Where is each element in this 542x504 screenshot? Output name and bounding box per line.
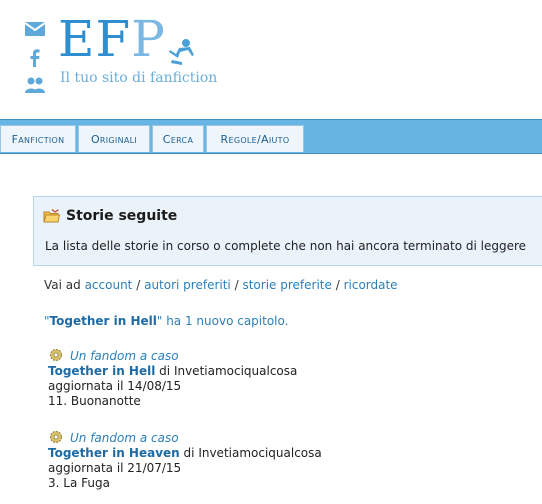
site-header: EFP Il tuo sito di fanfiction xyxy=(0,0,542,118)
gear-icon xyxy=(48,347,64,367)
story-author[interactable]: Invetiamociqualcosa xyxy=(198,446,321,460)
story-title[interactable]: Together in Heaven xyxy=(48,446,180,460)
link-account[interactable]: account xyxy=(85,278,133,292)
reader-figure-icon xyxy=(166,38,196,70)
link-separator: / xyxy=(234,278,239,292)
notice-text: " ha 1 nuovo capitolo. xyxy=(156,314,289,328)
story-fandom[interactable]: Un fandom a caso xyxy=(70,349,179,363)
quick-links: Vai ad account / autori preferiti / stor… xyxy=(44,278,398,292)
list-item: Un fandom a caso Together in Hell di Inv… xyxy=(48,349,297,409)
link-autori-preferiti[interactable]: autori preferiti xyxy=(144,278,231,292)
facebook-icon[interactable] xyxy=(24,48,46,70)
update-notice: "Together in Hell" ha 1 nuovo capitolo. xyxy=(44,314,288,328)
panel-description: La lista delle storie in corso o complet… xyxy=(45,239,527,253)
link-storie-preferite[interactable]: storie preferite xyxy=(242,278,331,292)
link-separator: / xyxy=(136,278,141,292)
followed-stories-panel: Storie seguite La lista delle storie in … xyxy=(33,196,542,266)
panel-title: Storie seguite xyxy=(66,208,178,224)
tab-cerca[interactable]: Cerca xyxy=(152,125,204,152)
site-logo[interactable]: EFP xyxy=(58,14,166,64)
mail-icon[interactable] xyxy=(24,20,46,42)
main-navbar: Fanfiction Originali Cerca Regole/Aiuto xyxy=(0,119,542,154)
story-chapter[interactable]: 11. Buonanotte xyxy=(48,394,297,409)
story-title[interactable]: Together in Hell xyxy=(48,364,155,378)
tab-regole-aiuto[interactable]: Regole/Aiuto xyxy=(206,125,304,152)
tab-fanfiction[interactable]: Fanfiction xyxy=(0,125,76,152)
story-updated: aggiornata il 21/07/15 xyxy=(48,461,182,475)
gear-icon xyxy=(48,429,64,449)
folder-icon xyxy=(43,209,61,228)
story-by: di xyxy=(159,364,171,378)
story-by: di xyxy=(183,446,195,460)
community-icon[interactable] xyxy=(24,76,46,98)
story-fandom[interactable]: Un fandom a caso xyxy=(70,431,179,445)
tab-originali[interactable]: Originali xyxy=(78,125,150,152)
logo-tail-text: P xyxy=(131,10,166,68)
logo-main-text: EF xyxy=(58,10,132,68)
story-updated: aggiornata il 14/08/15 xyxy=(48,379,182,393)
site-tagline: Il tuo sito di fanfiction xyxy=(60,70,218,86)
links-prefix: Vai ad xyxy=(44,278,81,292)
story-author[interactable]: Invetiamociqualcosa xyxy=(174,364,297,378)
notice-story-link[interactable]: Together in Hell xyxy=(50,314,157,328)
link-separator: / xyxy=(335,278,340,292)
list-item: Un fandom a caso Together in Heaven di I… xyxy=(48,431,322,491)
social-icons xyxy=(24,20,46,104)
link-ricordate[interactable]: ricordate xyxy=(344,278,398,292)
story-chapter[interactable]: 3. La Fuga xyxy=(48,476,322,491)
